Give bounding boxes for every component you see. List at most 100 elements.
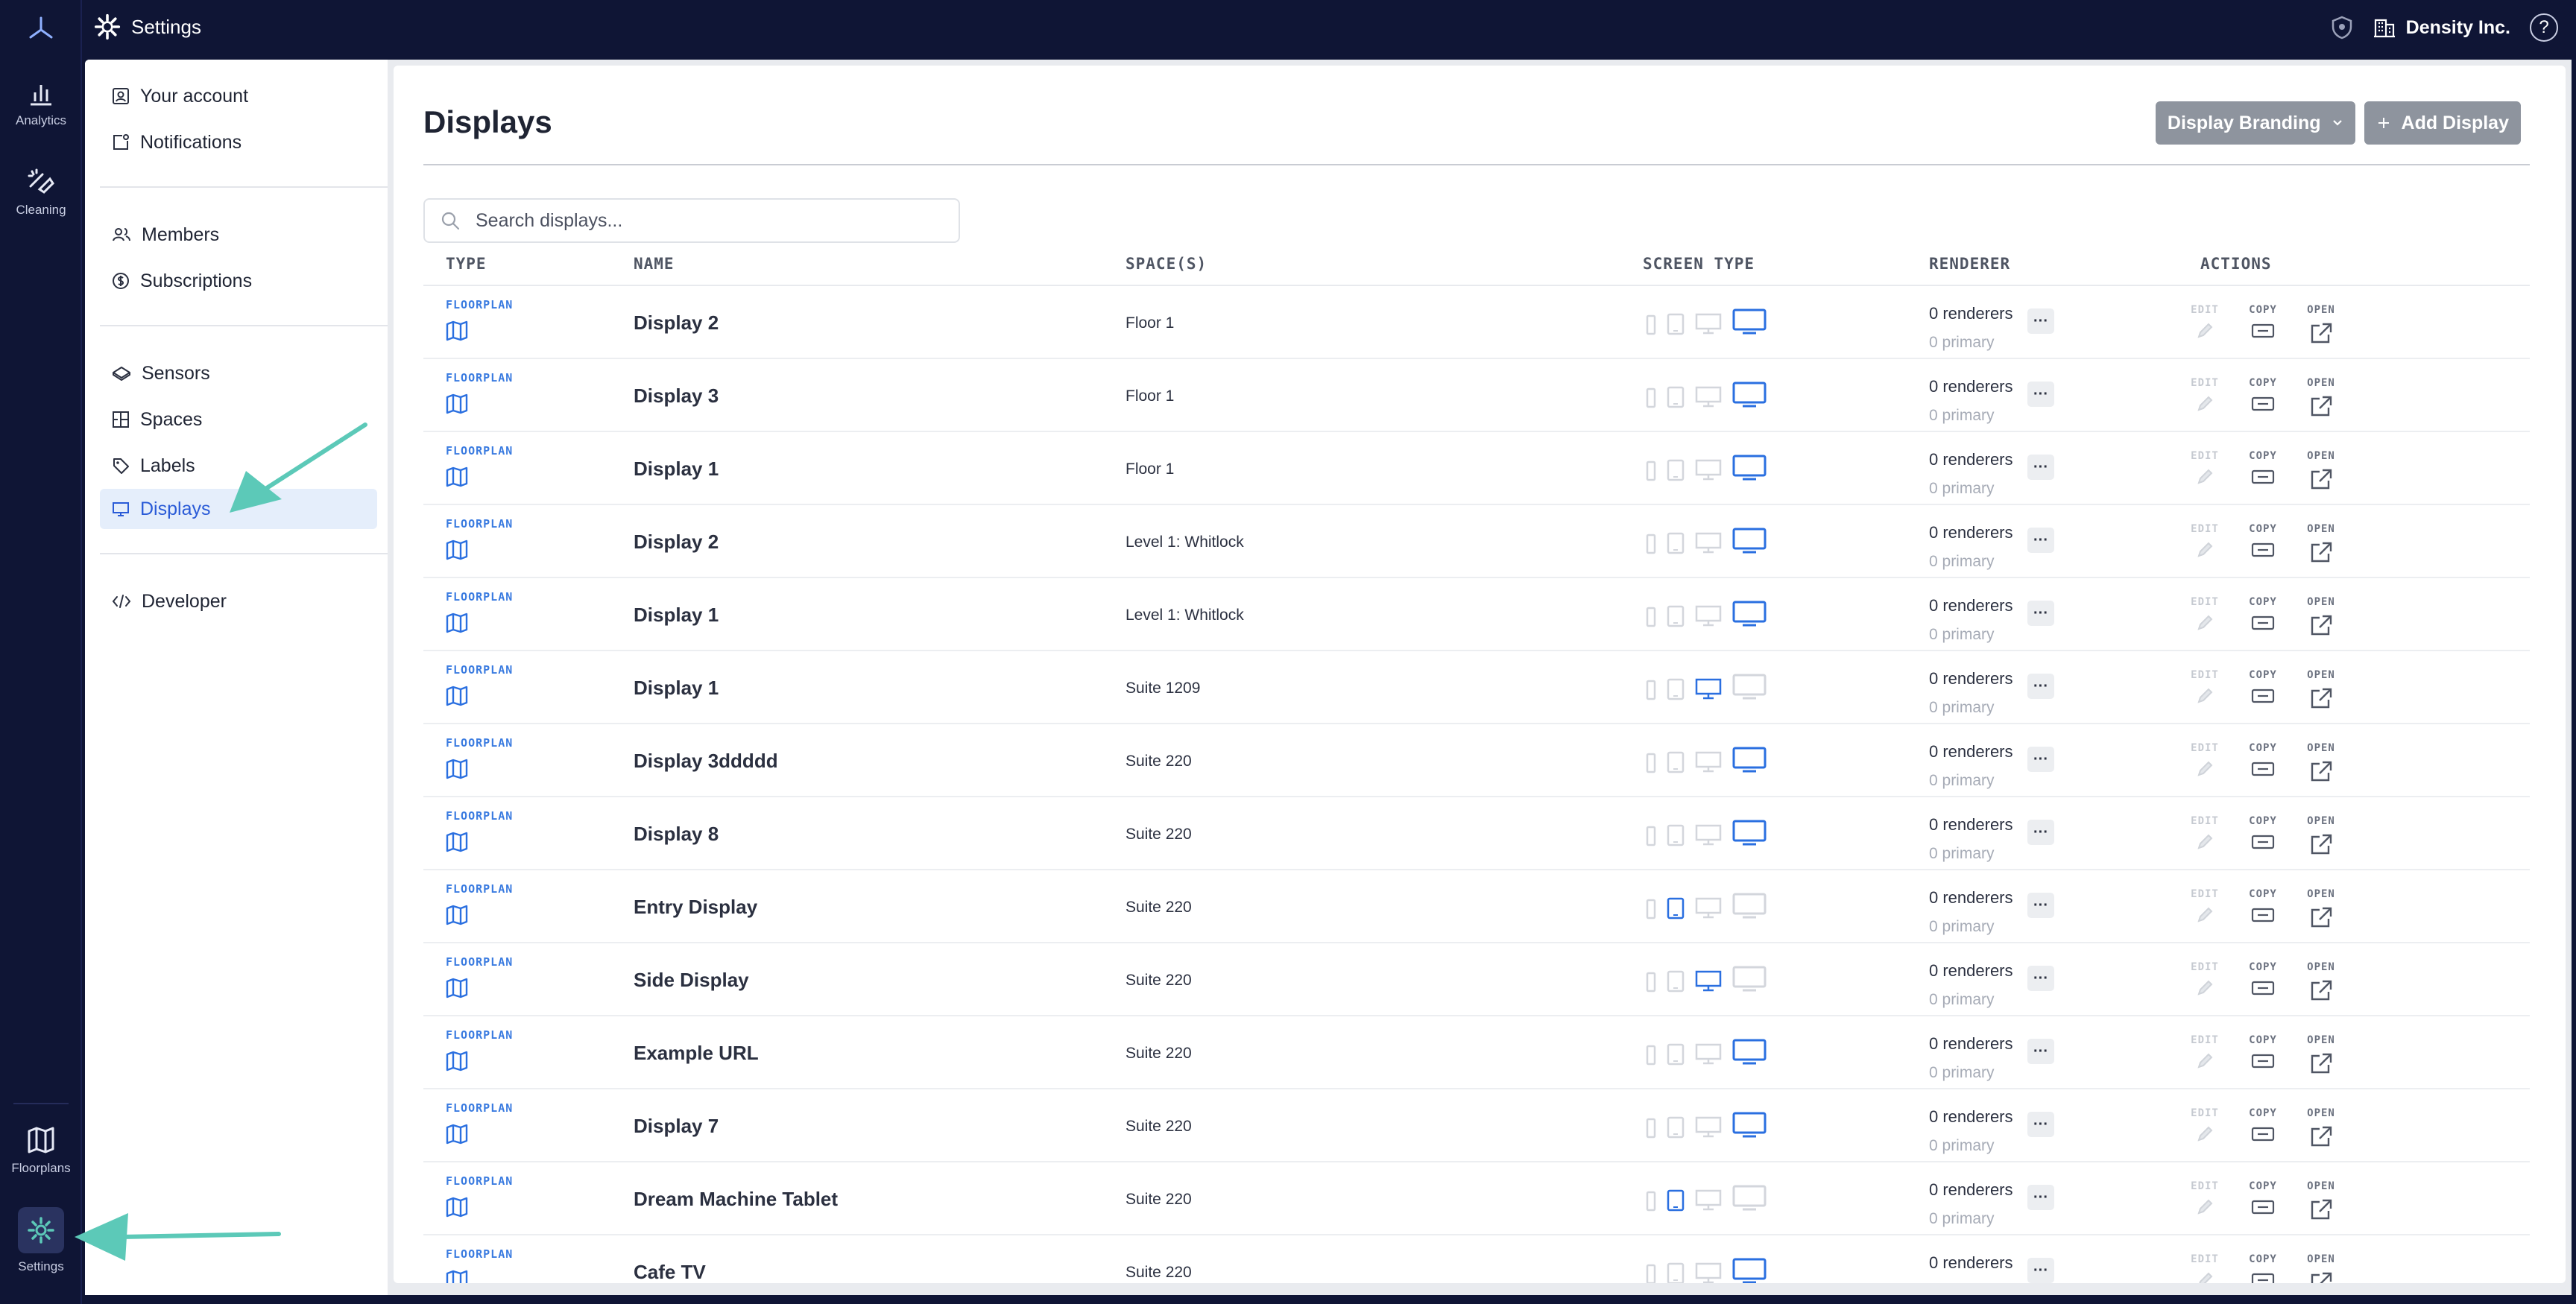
table-row[interactable]: FLOORPLAN Display 2 Floor 1 0 renderers …	[423, 286, 2530, 359]
search-box[interactable]	[423, 198, 960, 243]
copy-action[interactable]: COPY	[2241, 888, 2285, 924]
display-branding-button[interactable]: Display Branding	[2155, 101, 2355, 145]
display-name[interactable]: Display 2	[634, 531, 719, 554]
open-action[interactable]: OPEN	[2299, 742, 2343, 782]
table-row[interactable]: FLOORPLAN Display 1 Suite 1209 0 rendere…	[423, 651, 2530, 724]
phone-icon[interactable]	[1646, 1118, 1656, 1139]
tv-icon[interactable]	[1732, 966, 1767, 993]
rail-item-cleaning[interactable]: Cleaning	[0, 167, 82, 218]
edit-action[interactable]: EDIT	[2182, 961, 2227, 997]
column-header-renderer[interactable]: RENDERER	[1929, 255, 2010, 273]
monitor-icon[interactable]	[1695, 313, 1722, 335]
tv-icon[interactable]	[1732, 382, 1767, 408]
phone-icon[interactable]	[1646, 680, 1656, 700]
tv-icon[interactable]	[1732, 1258, 1767, 1283]
open-action[interactable]: OPEN	[2299, 1034, 2343, 1074]
tablet-icon[interactable]	[1667, 1043, 1685, 1066]
tablet-icon[interactable]	[1667, 605, 1685, 627]
display-name[interactable]: Display 3	[634, 384, 719, 408]
table-row[interactable]: FLOORPLAN Display 1 Level 1: Whitlock 0 …	[423, 578, 2530, 651]
monitor-icon[interactable]	[1695, 386, 1722, 408]
tablet-icon[interactable]	[1667, 1262, 1685, 1283]
display-name[interactable]: Display 7	[634, 1115, 719, 1138]
more-options-button[interactable]: ···	[2027, 747, 2054, 772]
tablet-icon[interactable]	[1667, 1189, 1685, 1212]
edit-action[interactable]: EDIT	[2182, 888, 2227, 924]
monitor-icon[interactable]	[1695, 678, 1722, 700]
rail-item-analytics[interactable]: Analytics	[0, 80, 82, 128]
monitor-icon[interactable]	[1695, 532, 1722, 554]
open-action[interactable]: OPEN	[2299, 888, 2343, 928]
more-options-button[interactable]: ···	[2027, 1258, 2054, 1283]
display-name[interactable]: Cafe TV	[634, 1261, 706, 1283]
tv-icon[interactable]	[1732, 1039, 1767, 1066]
tablet-icon[interactable]	[1667, 386, 1685, 408]
copy-action[interactable]: COPY	[2241, 1180, 2285, 1216]
open-action[interactable]: OPEN	[2299, 1180, 2343, 1221]
copy-action[interactable]: COPY	[2241, 742, 2285, 778]
open-action[interactable]: OPEN	[2299, 596, 2343, 636]
phone-icon[interactable]	[1646, 1045, 1656, 1066]
table-row[interactable]: FLOORPLAN Side Display Suite 220 0 rende…	[423, 943, 2530, 1016]
tv-icon[interactable]	[1732, 674, 1767, 700]
display-name[interactable]: Display 1	[634, 604, 719, 627]
copy-action[interactable]: COPY	[2241, 815, 2285, 851]
copy-action[interactable]: COPY	[2241, 961, 2285, 997]
copy-action[interactable]: COPY	[2241, 523, 2285, 559]
edit-action[interactable]: EDIT	[2182, 1034, 2227, 1070]
tablet-icon[interactable]	[1667, 897, 1685, 920]
more-options-button[interactable]: ···	[2027, 1039, 2054, 1064]
open-action[interactable]: OPEN	[2299, 669, 2343, 709]
display-name[interactable]: Dream Machine Tablet	[634, 1188, 838, 1211]
edit-action[interactable]: EDIT	[2182, 1253, 2227, 1283]
phone-icon[interactable]	[1646, 534, 1656, 554]
monitor-icon[interactable]	[1695, 459, 1722, 481]
display-name[interactable]: Display 8	[634, 823, 719, 846]
org-switcher[interactable]: Density Inc.	[2373, 16, 2510, 39]
more-options-button[interactable]: ···	[2027, 820, 2054, 845]
display-name[interactable]: Entry Display	[634, 896, 757, 919]
more-options-button[interactable]: ···	[2027, 966, 2054, 991]
tv-icon[interactable]	[1732, 747, 1767, 773]
tv-icon[interactable]	[1732, 1112, 1767, 1139]
tablet-icon[interactable]	[1667, 824, 1685, 846]
copy-action[interactable]: COPY	[2241, 1253, 2285, 1283]
column-header-screen-type[interactable]: SCREEN TYPE	[1643, 255, 1755, 273]
phone-icon[interactable]	[1646, 899, 1656, 920]
open-action[interactable]: OPEN	[2299, 1107, 2343, 1148]
tv-icon[interactable]	[1732, 601, 1767, 627]
monitor-icon[interactable]	[1695, 605, 1722, 627]
phone-icon[interactable]	[1646, 607, 1656, 627]
phone-icon[interactable]	[1646, 1264, 1656, 1283]
more-options-button[interactable]: ···	[2027, 1112, 2054, 1137]
column-header-type[interactable]: TYPE	[446, 255, 487, 273]
edit-action[interactable]: EDIT	[2182, 450, 2227, 486]
phone-icon[interactable]	[1646, 753, 1656, 773]
copy-action[interactable]: COPY	[2241, 304, 2285, 340]
more-options-button[interactable]: ···	[2027, 893, 2054, 918]
open-action[interactable]: OPEN	[2299, 815, 2343, 855]
monitor-icon[interactable]	[1695, 824, 1722, 846]
display-name[interactable]: Example URL	[634, 1042, 759, 1065]
open-action[interactable]: OPEN	[2299, 1253, 2343, 1283]
open-action[interactable]: OPEN	[2299, 450, 2343, 490]
monitor-icon[interactable]	[1695, 1189, 1722, 1212]
edit-action[interactable]: EDIT	[2182, 669, 2227, 705]
tv-icon[interactable]	[1732, 528, 1767, 554]
copy-action[interactable]: COPY	[2241, 377, 2285, 413]
more-options-button[interactable]: ···	[2027, 308, 2054, 334]
edit-action[interactable]: EDIT	[2182, 596, 2227, 632]
monitor-icon[interactable]	[1695, 751, 1722, 773]
search-input[interactable]	[476, 209, 923, 232]
display-name[interactable]: Display 1	[634, 458, 719, 481]
edit-action[interactable]: EDIT	[2182, 304, 2227, 340]
monitor-icon[interactable]	[1695, 1116, 1722, 1139]
edit-action[interactable]: EDIT	[2182, 742, 2227, 778]
copy-action[interactable]: COPY	[2241, 669, 2285, 705]
tv-icon[interactable]	[1732, 1185, 1767, 1212]
tv-icon[interactable]	[1732, 893, 1767, 920]
help-button[interactable]: ?	[2530, 13, 2558, 42]
table-row[interactable]: FLOORPLAN Display 7 Suite 220 0 renderer…	[423, 1089, 2530, 1162]
more-options-button[interactable]: ···	[2027, 382, 2054, 407]
display-name[interactable]: Side Display	[634, 969, 749, 992]
